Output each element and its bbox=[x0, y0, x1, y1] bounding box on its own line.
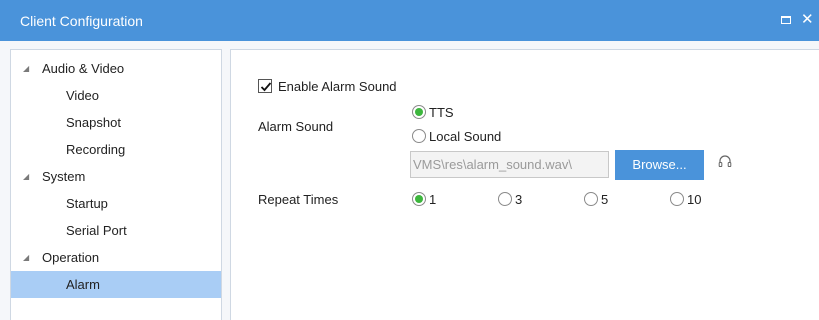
maximize-icon[interactable] bbox=[781, 11, 791, 29]
tree-item-label: Serial Port bbox=[66, 223, 127, 238]
radio-repeat-1-label: 1 bbox=[429, 192, 437, 207]
tree-group-audio-video[interactable]: ◢ Audio & Video bbox=[11, 55, 221, 82]
radio-local-sound[interactable] bbox=[412, 129, 426, 143]
tree-item-label: Alarm bbox=[66, 277, 100, 292]
tree-group-operation[interactable]: ◢ Operation bbox=[11, 244, 221, 271]
tree-item-video[interactable]: Video bbox=[11, 82, 221, 109]
alarm-sound-label: Alarm Sound bbox=[258, 119, 334, 134]
tree-group-system[interactable]: ◢ System bbox=[11, 163, 221, 190]
radio-repeat-10[interactable] bbox=[670, 192, 684, 206]
triangle-expanded-icon: ◢ bbox=[23, 64, 30, 73]
repeat-times-label: Repeat Times bbox=[258, 192, 339, 207]
radio-repeat-3[interactable] bbox=[498, 192, 512, 206]
triangle-expanded-icon: ◢ bbox=[23, 172, 30, 181]
tree-item-recording[interactable]: Recording bbox=[11, 136, 221, 163]
enable-alarm-sound-label: Enable Alarm Sound bbox=[278, 79, 397, 94]
tree-group-label: Operation bbox=[42, 250, 100, 265]
sound-file-path-input[interactable] bbox=[410, 151, 609, 178]
radio-tts[interactable] bbox=[412, 105, 426, 119]
tree-item-label: Recording bbox=[66, 142, 126, 157]
radio-repeat-10-label: 10 bbox=[687, 192, 702, 207]
radio-repeat-1[interactable] bbox=[412, 192, 426, 206]
enable-alarm-sound-checkbox[interactable] bbox=[258, 79, 272, 93]
triangle-expanded-icon: ◢ bbox=[23, 253, 30, 262]
settings-tree: ◢ Audio & Video Video Snapshot Recording… bbox=[10, 49, 222, 320]
tree-group-label: System bbox=[42, 169, 86, 184]
tree-item-startup[interactable]: Startup bbox=[11, 190, 221, 217]
title-bar: Client Configuration ✕ bbox=[0, 0, 819, 41]
checkmark-icon bbox=[260, 82, 272, 92]
close-icon[interactable]: ✕ bbox=[801, 11, 814, 29]
radio-repeat-3-label: 3 bbox=[515, 192, 523, 207]
radio-local-sound-label: Local Sound bbox=[429, 129, 502, 144]
tree-item-label: Video bbox=[66, 88, 100, 103]
headphones-icon[interactable] bbox=[718, 154, 732, 171]
tree-item-serial-port[interactable]: Serial Port bbox=[11, 217, 221, 244]
tree-item-snapshot[interactable]: Snapshot bbox=[11, 109, 221, 136]
tree-item-label: Startup bbox=[66, 196, 108, 211]
tree-item-label: Snapshot bbox=[66, 115, 121, 130]
radio-tts-label: TTS bbox=[429, 105, 454, 120]
tree-group-label: Audio & Video bbox=[42, 61, 125, 76]
radio-repeat-5[interactable] bbox=[584, 192, 598, 206]
browse-button[interactable]: Browse... bbox=[615, 150, 704, 180]
tree-item-alarm[interactable]: Alarm bbox=[11, 271, 221, 298]
window-title: Client Configuration bbox=[20, 13, 143, 29]
radio-repeat-5-label: 5 bbox=[601, 192, 609, 207]
